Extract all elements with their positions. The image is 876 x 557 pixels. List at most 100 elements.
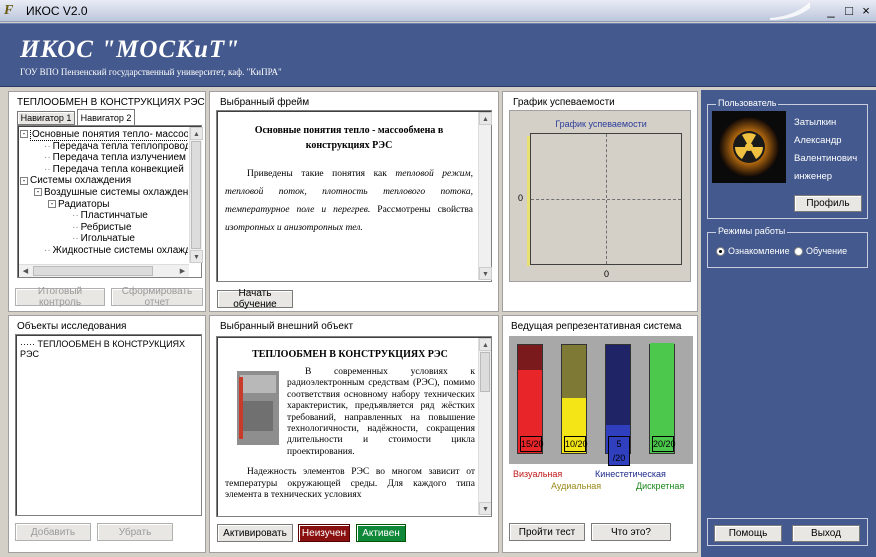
- maximize-button[interactable]: □: [840, 3, 858, 19]
- user-avatar: [712, 111, 786, 183]
- frame-title: Выбранный фрейм: [220, 97, 310, 108]
- tree-collapse-icon[interactable]: -: [34, 188, 42, 197]
- generate-report-button[interactable]: Сформировать отчет: [111, 286, 203, 308]
- rep-system-panel: Ведущая репрезентативная система 15/20 10…: [502, 315, 698, 553]
- tree-vscroll[interactable]: ▲ ▼: [189, 127, 203, 263]
- tree-item[interactable]: - Системы охлаждения: [20, 175, 188, 187]
- external-heading: ТЕПЛООБМЕН В КОНСТРУКЦИЯХ РЭС: [252, 349, 448, 360]
- tree-item[interactable]: - Радиаторы: [20, 199, 188, 211]
- tree-collapse-icon[interactable]: -: [48, 199, 56, 208]
- swoosh-decoration-icon: [770, 2, 810, 20]
- tree-line-icon: ··: [44, 244, 51, 256]
- y-axis-label: 0: [518, 193, 524, 203]
- x-axis-label: 0: [604, 269, 610, 279]
- external-panel: Выбранный внешний объект ТЕПЛООБМЕН В КО…: [209, 315, 499, 553]
- remove-button[interactable]: Убрать: [97, 523, 173, 541]
- not-studied-button[interactable]: Неизучен: [298, 524, 350, 542]
- tree-line-icon: ··: [44, 140, 51, 152]
- tree-item[interactable]: -Основные понятия тепло- массообме: [20, 129, 188, 141]
- tree-item[interactable]: ··Передача тепла теплопроводност: [20, 141, 188, 153]
- tab-navigator-2[interactable]: Навигатор 2: [77, 109, 135, 125]
- external-title: Выбранный внешний объект: [220, 321, 354, 332]
- footer-group: Помощь Выход: [707, 518, 868, 546]
- scroll-thumb[interactable]: [191, 141, 201, 249]
- scroll-right-icon[interactable]: ▶: [176, 265, 189, 278]
- window-title: ИКОС V2.0: [26, 4, 88, 18]
- external-vscroll[interactable]: ▲ ▼: [478, 338, 491, 515]
- tree-list[interactable]: -Основные понятия тепло- массообме··Пере…: [20, 129, 188, 264]
- objects-panel: Объекты исследования ····· ТЕПЛООБМЕН В …: [8, 315, 206, 553]
- rep-system-title: Ведущая репрезентативная система: [511, 321, 682, 332]
- tree-item-label: Передача тепла теплопроводност: [52, 140, 188, 152]
- close-button[interactable]: ×: [857, 3, 875, 19]
- progress-chart-title: График успеваемости: [555, 119, 647, 129]
- app-logo-icon: F: [4, 3, 14, 18]
- objects-list-item[interactable]: ····· ТЕПЛООБМЕН В КОНСТРУКЦИЯХ РЭС: [20, 339, 201, 359]
- mode-learning-radio[interactable]: Обучение: [794, 246, 847, 256]
- tree-item[interactable]: - Воздушные системы охлаждения: [20, 187, 188, 199]
- scroll-left-icon[interactable]: ◀: [19, 265, 32, 278]
- tree-collapse-icon[interactable]: -: [20, 130, 28, 139]
- rep-bar-label-3: 20/20: [652, 436, 676, 452]
- rep-label-visual: Визуальная: [513, 469, 563, 479]
- tree-item[interactable]: ·· Передача тепла конвекцией: [20, 164, 188, 176]
- activate-button[interactable]: Активировать: [217, 524, 293, 542]
- objects-list[interactable]: ····· ТЕПЛООБМЕН В КОНСТРУКЦИЯХ РЭС: [15, 334, 202, 516]
- rep-bar-label-0: 15/20: [520, 436, 544, 452]
- ext-scroll-up-icon[interactable]: ▲: [479, 338, 491, 351]
- exit-button[interactable]: Выход: [792, 525, 860, 542]
- frame-scroll-up-icon[interactable]: ▲: [479, 112, 492, 125]
- frame-panel: Выбранный фрейм Основные понятия тепло -…: [209, 91, 499, 312]
- rep-bar-label-1: 10/20: [564, 436, 588, 452]
- objects-title: Объекты исследования: [17, 321, 127, 332]
- frame-heading: Основные понятия тепло - массообмена в к…: [254, 125, 444, 151]
- tab-navigator-1[interactable]: Навигатор 1: [17, 111, 75, 125]
- external-content[interactable]: ТЕПЛООБМЕН В КОНСТРУКЦИЯХ РЭС В современ…: [216, 336, 492, 517]
- ext-scroll-down-icon[interactable]: ▼: [479, 502, 491, 515]
- hscroll-thumb[interactable]: [33, 266, 153, 276]
- tree-line-icon: ··: [72, 233, 79, 245]
- tree-item[interactable]: ·· Игольчатые: [20, 233, 188, 245]
- tree-item[interactable]: ·· Пластинчатые: [20, 210, 188, 222]
- user-role: инженер: [794, 171, 833, 182]
- profile-button[interactable]: Профиль: [794, 195, 862, 212]
- external-text: В современных условиях к радиоэлектронны…: [225, 367, 475, 501]
- frame-content[interactable]: Основные понятия тепло - массообмена в к…: [216, 110, 492, 282]
- user-group-label: Пользователь: [716, 98, 779, 108]
- tree-line-icon: ··: [44, 163, 51, 175]
- final-control-button[interactable]: Итоговый контроль: [15, 286, 105, 308]
- add-button[interactable]: Добавить: [15, 523, 91, 541]
- tree-item[interactable]: ·· Передача тепла излучением: [20, 152, 188, 164]
- frame-vscroll[interactable]: ▲ ▼: [478, 112, 492, 280]
- modes-group-label: Режимы работы: [716, 226, 788, 236]
- tree-collapse-icon[interactable]: -: [20, 176, 28, 185]
- frame-scroll-down-icon[interactable]: ▼: [479, 267, 492, 280]
- navigator-title: ТЕПЛООБМЕН В КОНСТРУКЦИЯХ РЭС: [17, 97, 205, 108]
- title-bar: F ИКОС V2.0 _ □ ×: [0, 0, 876, 22]
- minimize-button[interactable]: _: [822, 3, 840, 19]
- tree-item[interactable]: ·· Ребристые: [20, 222, 188, 234]
- tree-item-label: Основные понятия тепло- массообме: [30, 129, 188, 141]
- what-is-this-button[interactable]: Что это?: [591, 523, 671, 541]
- rep-label-kinesthetic: Кинестетическая: [595, 469, 666, 479]
- tree-item-label: Радиаторы: [58, 198, 110, 210]
- navigator-panel: ТЕПЛООБМЕН В КОНСТРУКЦИЯХ РЭС Навигатор …: [8, 91, 206, 312]
- radio-selected-icon: [716, 246, 725, 256]
- plot-hline: [531, 199, 681, 200]
- take-test-button[interactable]: Пройти тест: [509, 523, 585, 541]
- right-sidebar: Пользователь Затылкин Александр Валентин…: [701, 90, 876, 557]
- active-button[interactable]: Активен: [356, 524, 406, 542]
- mode-familiarization-radio[interactable]: Ознакомление: [716, 246, 790, 256]
- scroll-down-icon[interactable]: ▼: [190, 250, 203, 263]
- progress-plot-area: [530, 133, 682, 265]
- tree-item[interactable]: ··Жидкостные системы охлаждени: [20, 245, 188, 257]
- start-learning-button[interactable]: Начать обучение: [217, 288, 293, 310]
- ext-scroll-thumb[interactable]: [480, 352, 490, 392]
- rep-chart-area: 15/20 10/20 5 /20 20/20: [509, 336, 693, 466]
- help-button[interactable]: Помощь: [714, 525, 782, 542]
- radio-empty-icon: [794, 246, 803, 256]
- scroll-up-icon[interactable]: ▲: [190, 127, 203, 140]
- tree-hscroll[interactable]: ◀ ▶: [19, 264, 189, 277]
- navigator-tree[interactable]: -Основные понятия тепло- массообме··Пере…: [17, 125, 203, 278]
- tree-item-label: Жидкостные системы охлаждени: [52, 244, 188, 256]
